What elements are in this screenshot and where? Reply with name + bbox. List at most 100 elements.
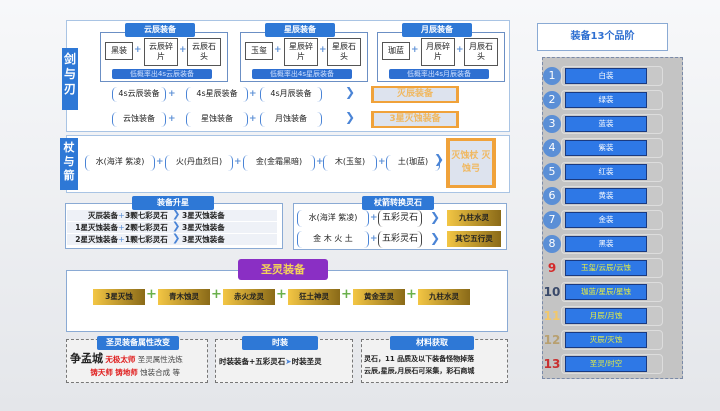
element-bracket: 土(珈蓝)	[386, 155, 440, 171]
arrow-icon: ❯	[172, 209, 181, 220]
result-box: 灭辰装备	[371, 86, 459, 103]
element-bracket: 金(金霜黑暗)	[243, 155, 315, 171]
equip-bracket: 4s月辰装备	[260, 87, 322, 102]
material-box: 月辰碎片	[421, 38, 455, 66]
tier-item: 5 红装	[543, 162, 673, 182]
material-box: 黑装	[105, 42, 133, 60]
equip-bracket: 月蚀装备	[260, 112, 322, 127]
holy-title: 圣灵装备	[238, 259, 328, 280]
tier-number: 5	[543, 163, 561, 181]
plus-icon: +	[134, 45, 142, 55]
tier-label: 紫装	[565, 140, 647, 156]
upgrade-to: 3星灭蚀装备	[182, 223, 225, 232]
convert-title: 杖箭转换灵石	[362, 196, 434, 210]
arrow-icon: ❯	[345, 110, 356, 124]
tier-label: 蓝装	[565, 116, 647, 132]
upgrade-title: 装备升星	[132, 196, 214, 210]
upgrade-from: 1星灭蚀装备	[75, 223, 118, 232]
attr-text1: 圣灵属性洗炼	[137, 355, 183, 364]
convert-from: 金 木 火 土	[297, 231, 369, 248]
plus-icon: +	[234, 157, 242, 167]
tier-item: 4 紫装	[543, 138, 673, 158]
upgrade-stone: 2颗七彩灵石	[125, 223, 168, 232]
npc-zhudi: 铸地师	[115, 368, 138, 377]
upgrade-from: 灭辰装备	[88, 211, 118, 220]
fashion-title: 时装	[242, 336, 318, 350]
plus-icon: +	[370, 234, 378, 244]
holy-item: 赤火龙灵	[223, 289, 275, 305]
element-bracket: 木(玉玺)	[323, 155, 377, 171]
plus-icon: +	[179, 45, 187, 55]
holy-item: 黄金圣灵	[353, 289, 405, 305]
convert-result: 其它五行灵	[447, 231, 501, 247]
equip-bracket: 星蚀装备	[186, 112, 248, 127]
tier-number: 12	[543, 333, 561, 347]
attr-text2: 蚀装合成 等	[140, 368, 181, 377]
tier-number: 10	[543, 285, 561, 299]
material-box: 云辰碎片	[144, 38, 178, 66]
tier-item: 9 玉玺/云辰/云蚀	[543, 258, 673, 278]
tier-label: 白装	[565, 68, 647, 84]
tier-label: 珈蓝/星辰/星蚀	[565, 284, 647, 300]
tier-label: 圣灵/时空	[565, 356, 647, 372]
tier-number: 1	[543, 67, 561, 85]
sword-label: 剑与刃	[62, 48, 78, 110]
tier-label: 灭辰/灭蚀	[565, 332, 647, 348]
tier-number: 4	[543, 139, 561, 157]
arrow-icon: ❯	[172, 233, 181, 244]
material-box: 云辰石头	[187, 38, 221, 66]
group-title: 月辰装备	[402, 23, 472, 37]
tier-item: 13 圣灵/时空	[543, 354, 673, 374]
attr-title: 圣灵装备属性改变	[97, 336, 179, 350]
tier-label: 月辰/月蚀	[565, 308, 647, 324]
material-box: 珈蓝	[382, 42, 410, 60]
result-box: 3星灭蚀装备	[371, 111, 459, 128]
convert-from: 水(海洋 紫凌)	[297, 210, 369, 227]
arrow-icon: ❯	[430, 231, 441, 245]
tier-number: 8	[543, 235, 561, 253]
tier-number: 13	[543, 357, 561, 371]
tier-item: 1 白装	[543, 66, 673, 86]
tier-item: 2 绿装	[543, 90, 673, 110]
group-title: 云辰装备	[125, 23, 195, 37]
material-box: 玉玺	[245, 42, 273, 60]
plus-icon: +	[249, 114, 257, 124]
plus-icon: +	[168, 114, 176, 124]
convert-result: 九柱水灵	[447, 210, 501, 226]
upgrade-stone: 1颗七彩灵石	[125, 235, 168, 244]
plus-icon: +	[211, 287, 222, 302]
upgrade-from: 2星灭蚀装备	[75, 235, 118, 244]
material-box: 星辰石头	[327, 38, 361, 66]
upgrade-stone: 3颗七彩灵石	[125, 211, 168, 220]
group-note: 低概率出4s月辰装备	[389, 69, 489, 79]
arrow-icon: ❯	[434, 152, 445, 166]
plus-icon: +	[249, 89, 257, 99]
plus-icon: +	[406, 287, 417, 302]
tier-label: 黑装	[565, 236, 647, 252]
equip-bracket: 4s云辰装备	[112, 87, 166, 102]
tier-number: 9	[547, 261, 557, 275]
material-line1: 灵石，11 品质及以下装备怪物掉落	[364, 355, 475, 363]
material-box: 月辰石头	[464, 38, 498, 66]
npc-zhutian: 铸天师	[90, 368, 113, 377]
plus-icon: +	[370, 213, 378, 223]
group-title: 星辰装备	[265, 23, 335, 37]
plus-icon: +	[276, 287, 287, 302]
holy-item: 狂土神灵	[288, 289, 340, 305]
upgrade-to: 3星灭蚀装备	[182, 235, 225, 244]
arrow-icon: ❯	[345, 85, 356, 99]
plus-icon: +	[146, 287, 157, 302]
element-bracket: 水(海洋 紫凌)	[85, 155, 155, 171]
tier-label: 红装	[565, 164, 647, 180]
plus-icon: +	[118, 211, 125, 220]
tiers-title: 装备13个品阶	[537, 23, 668, 51]
plus-icon: +	[168, 89, 176, 99]
fashion-left: 时装装备+五彩灵石	[219, 357, 286, 366]
tier-label: 黄装	[565, 188, 647, 204]
material-box: 星辰碎片	[284, 38, 318, 66]
equip-bracket: 4s星辰装备	[186, 87, 248, 102]
plus-icon: +	[118, 223, 125, 232]
tier-item: 3 蓝装	[543, 114, 673, 134]
staff-result: 灭蚀杖 灭蚀弓	[446, 138, 496, 188]
group-note: 低概率出4s云辰装备	[112, 69, 212, 79]
